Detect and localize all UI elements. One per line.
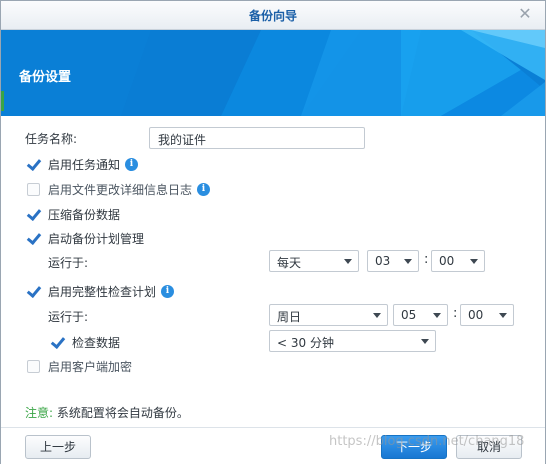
enable-notify-row[interactable]: 启用任务通知 i bbox=[27, 156, 139, 173]
enable-log-checkbox[interactable] bbox=[27, 183, 40, 196]
backup-wizard-window: 备份向导 ✕ 备份设置 任务名称: 我的证件 启用任务通知 i 启用文件更改详细… bbox=[0, 0, 546, 464]
time-separator: : bbox=[453, 306, 458, 321]
header-banner: 备份设置 bbox=[1, 30, 545, 116]
schedule-label: 启动备份计划管理 bbox=[48, 232, 145, 246]
integrity-hour-value: 05 bbox=[401, 308, 417, 322]
check-data-checkbox[interactable] bbox=[51, 336, 64, 349]
chevron-down-icon bbox=[470, 259, 478, 264]
integrity-hour-select[interactable]: 05 bbox=[393, 304, 448, 326]
task-name-label: 任务名称: bbox=[25, 132, 78, 146]
enable-notify-checkbox[interactable] bbox=[27, 158, 40, 171]
task-name-row: 任务名称: bbox=[25, 130, 77, 147]
integrity-minute-value: 00 bbox=[468, 308, 484, 322]
next-button[interactable]: 下一步 bbox=[381, 435, 447, 459]
client-encrypt-checkbox[interactable] bbox=[27, 360, 40, 373]
schedule-run-label: 运行于: bbox=[48, 256, 89, 270]
integrity-checkbox[interactable] bbox=[27, 285, 40, 298]
left-accent-strip bbox=[1, 91, 4, 111]
schedule-minute-select[interactable]: 00 bbox=[431, 250, 485, 272]
schedule-run-row: 运行于: bbox=[48, 254, 88, 271]
schedule-checkbox[interactable] bbox=[27, 232, 40, 245]
window-title: 备份向导 bbox=[248, 9, 297, 23]
schedule-row[interactable]: 启动备份计划管理 bbox=[27, 230, 144, 247]
enable-log-row[interactable]: 启用文件更改详细信息日志 i bbox=[27, 181, 211, 198]
schedule-day-value: 每天 bbox=[277, 256, 302, 270]
enable-log-label: 启用文件更改详细信息日志 bbox=[48, 183, 193, 197]
note-value: 系统配置将会自动备份。 bbox=[56, 406, 189, 420]
banner-background bbox=[1, 30, 545, 116]
compress-label: 压缩备份数据 bbox=[48, 208, 121, 222]
chevron-down-icon bbox=[499, 313, 507, 318]
banner-title: 备份设置 bbox=[19, 70, 72, 85]
chevron-down-icon bbox=[404, 259, 412, 264]
task-name-input[interactable]: 我的证件 bbox=[149, 127, 365, 149]
integrity-minute-select[interactable]: 00 bbox=[460, 304, 514, 326]
back-button[interactable]: 上一步 bbox=[25, 435, 91, 459]
schedule-day-select[interactable]: 每天 bbox=[269, 250, 359, 272]
info-icon[interactable]: i bbox=[197, 183, 211, 196]
client-encrypt-row[interactable]: 启用客户端加密 bbox=[27, 358, 132, 375]
close-icon[interactable]: ✕ bbox=[515, 4, 535, 24]
compress-checkbox[interactable] bbox=[27, 208, 40, 221]
check-duration-select[interactable]: < 30 分钟 bbox=[269, 330, 436, 352]
info-icon[interactable]: i bbox=[161, 285, 175, 298]
info-icon[interactable]: i bbox=[125, 158, 139, 171]
integrity-row[interactable]: 启用完整性检查计划 i bbox=[27, 283, 175, 300]
check-data-row[interactable]: 检查数据 bbox=[51, 334, 120, 351]
note-text: 注意: 系统配置将会自动备份。 bbox=[25, 404, 189, 421]
integrity-run-label: 运行于: bbox=[48, 310, 89, 324]
integrity-label: 启用完整性检查计划 bbox=[48, 285, 157, 299]
compress-row[interactable]: 压缩备份数据 bbox=[27, 206, 120, 223]
footer-bar: 上一步 下一步 取消 bbox=[1, 427, 545, 464]
enable-notify-label: 启用任务通知 bbox=[48, 158, 121, 172]
schedule-hour-select[interactable]: 03 bbox=[367, 250, 419, 272]
time-separator: : bbox=[424, 252, 429, 267]
check-data-label: 检查数据 bbox=[72, 336, 121, 350]
schedule-minute-value: 00 bbox=[439, 254, 455, 268]
chevron-down-icon bbox=[421, 339, 429, 344]
integrity-day-value: 周日 bbox=[277, 310, 302, 324]
note-key: 注意: bbox=[25, 406, 54, 420]
schedule-hour-value: 03 bbox=[375, 254, 391, 268]
cancel-button[interactable]: 取消 bbox=[456, 435, 522, 459]
client-encrypt-label: 启用客户端加密 bbox=[48, 360, 133, 374]
check-duration-value: < 30 分钟 bbox=[277, 336, 334, 350]
title-bar: 备份向导 ✕ bbox=[1, 1, 545, 30]
chevron-down-icon bbox=[344, 259, 352, 264]
chevron-down-icon bbox=[373, 313, 381, 318]
chevron-down-icon bbox=[433, 313, 441, 318]
integrity-run-row: 运行于: bbox=[48, 308, 88, 325]
integrity-day-select[interactable]: 周日 bbox=[269, 304, 388, 326]
